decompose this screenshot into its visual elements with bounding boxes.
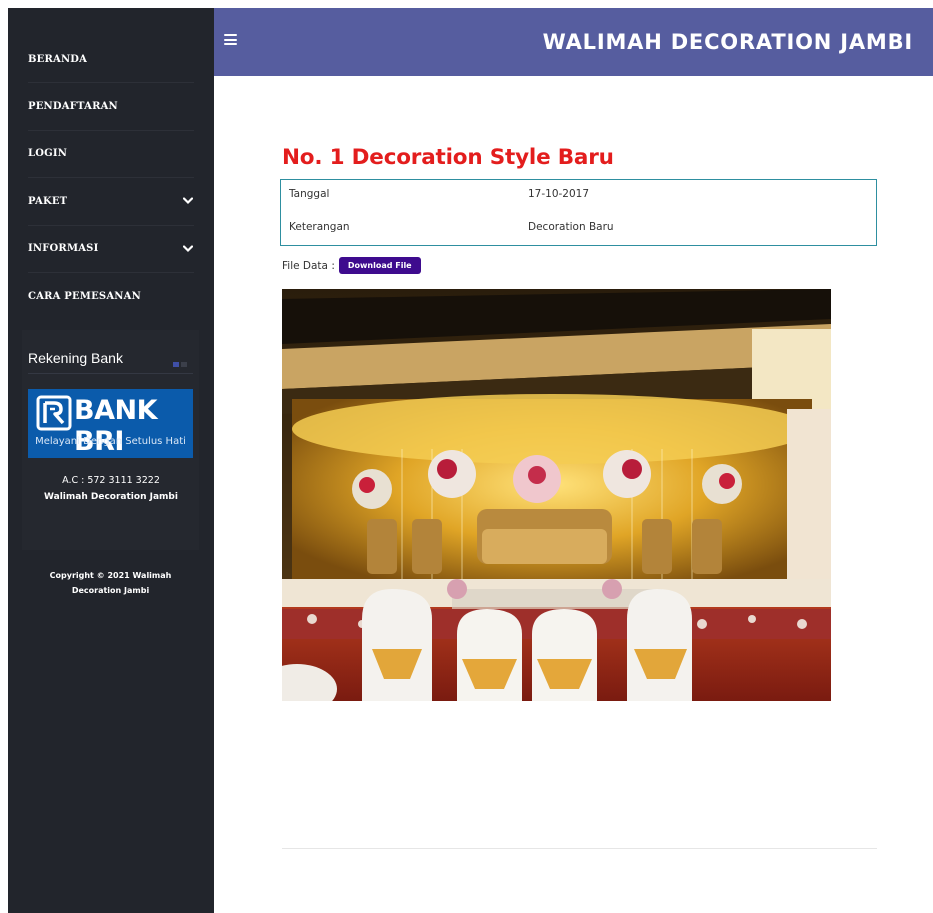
site-title: WALIMAH DECORATION JAMBI [542, 30, 913, 54]
sidebar-item-label: PENDAFTARAN [28, 101, 118, 113]
sidebar-item-beranda[interactable]: BERANDA [28, 36, 194, 84]
hamburger-icon[interactable] [224, 34, 237, 45]
table-row: Tanggal 17-10-2017 [281, 188, 876, 221]
copyright-text: Copyright © 2021 Walimah Decoration Jamb… [49, 571, 172, 595]
account-number: A.C : 572 3111 3222 [62, 475, 160, 486]
download-file-button[interactable]: Download File [338, 257, 421, 274]
top-header: WALIMAH DECORATION JAMBI [214, 8, 933, 76]
sidebar-item-label: PAKET [28, 195, 68, 207]
sidebar-item-label: LOGIN [28, 148, 68, 160]
footer-divider [282, 848, 877, 849]
bank-section-title: Rekening Bank [28, 350, 123, 366]
detail-value: 17-10-2017 [528, 188, 590, 200]
sidebar-item-label: BERANDA [28, 53, 88, 65]
sidebar-item-cara-pemesanan[interactable]: CARA PEMESANAN [28, 273, 194, 320]
sidebar-item-login[interactable]: LOGIN [28, 131, 194, 179]
bank-bri-logo: BANK BRI Melayani Dengan Setulus Hati [28, 389, 193, 458]
sidebar-item-informasi[interactable]: INFORMASI [28, 226, 194, 273]
sidebar-item-paket[interactable]: PAKET [28, 178, 194, 226]
sidebar-item-label: INFORMASI [28, 243, 99, 255]
decoration-photo-illustration [282, 289, 831, 701]
table-row: Keterangan Decoration Baru [281, 221, 876, 254]
file-data-row: File Data : Download File [282, 257, 421, 274]
detail-key: Keterangan [289, 221, 350, 233]
decoration-photo [282, 289, 831, 701]
sidebar-nav: BERANDA PENDAFTARAN LOGIN PAKET INFORMAS… [8, 36, 214, 320]
bri-mark-icon [36, 395, 72, 431]
panel-toggle-icon[interactable] [173, 362, 187, 367]
sidebar-item-label: CARA PEMESANAN [28, 291, 141, 303]
chevron-down-icon [182, 243, 194, 255]
bri-tagline: Melayani Dengan Setulus Hati [35, 436, 186, 447]
sidebar: BERANDA PENDAFTARAN LOGIN PAKET INFORMAS… [8, 8, 214, 913]
sidebar-item-pendaftaran[interactable]: PENDAFTARAN [28, 83, 194, 131]
page-frame: BERANDA PENDAFTARAN LOGIN PAKET INFORMAS… [8, 8, 933, 913]
bank-account-panel: Rekening Bank BANK BRI Melayani Dengan S… [8, 330, 214, 570]
post-details-table: Tanggal 17-10-2017 Keterangan Decoration… [280, 179, 877, 246]
divider [28, 373, 193, 374]
detail-value: Decoration Baru [528, 221, 614, 233]
chevron-down-icon [182, 195, 194, 207]
account-name: Walimah Decoration Jambi [44, 492, 178, 502]
file-data-label: File Data : [282, 259, 335, 272]
bri-logo-text: BANK BRI [74, 395, 158, 457]
post-title: No. 1 Decoration Style Baru [282, 145, 614, 170]
detail-key: Tanggal [289, 188, 330, 200]
